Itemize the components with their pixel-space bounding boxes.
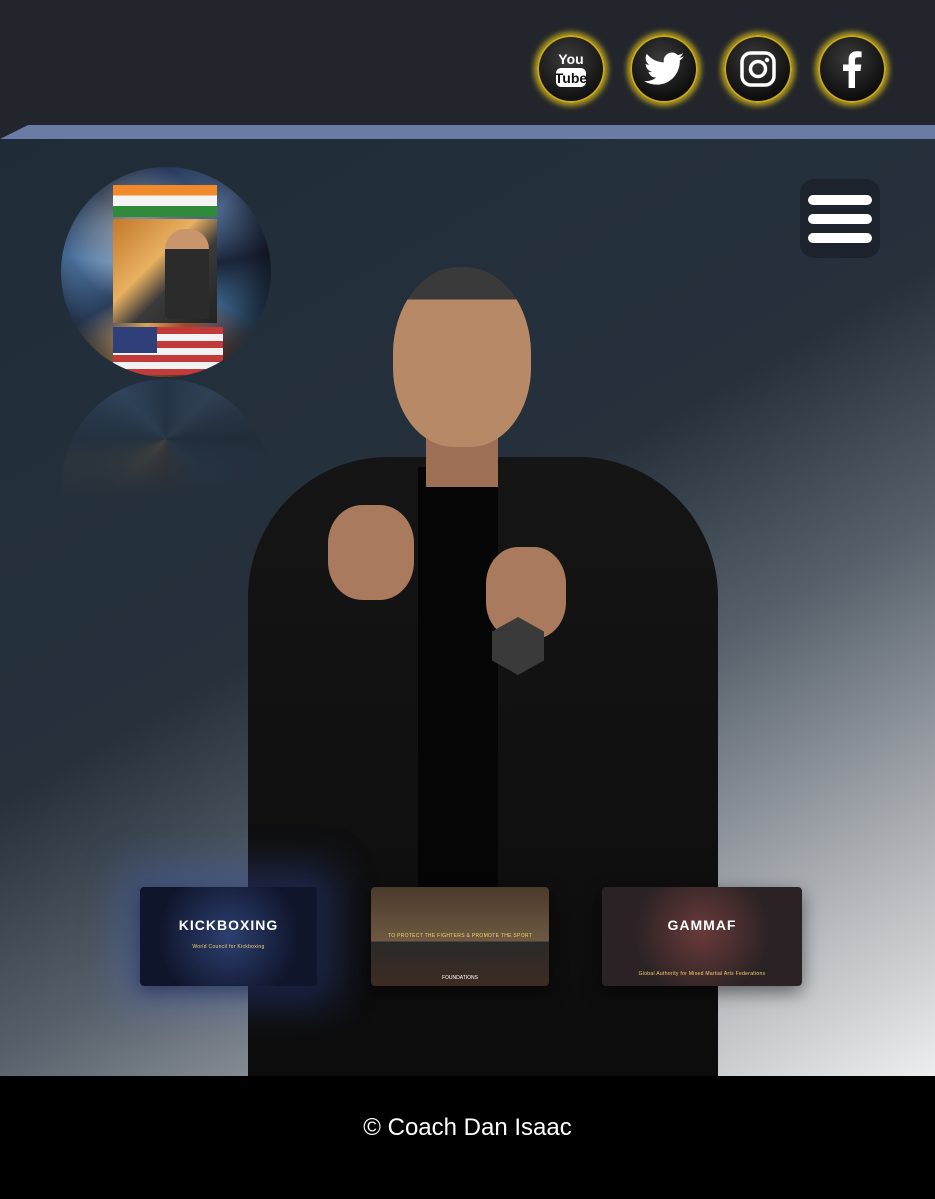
svg-text:Tube: Tube — [555, 70, 588, 86]
hamburger-menu-button[interactable] — [800, 179, 880, 258]
portrait-shirt — [418, 467, 498, 917]
twitter-button[interactable] — [630, 35, 698, 103]
thumbnail-footer-label: FOUNDATIONS — [441, 975, 479, 981]
globe-reflection — [61, 379, 271, 499]
instagram-button[interactable] — [724, 35, 792, 103]
portrait-head — [393, 267, 531, 447]
instagram-icon — [740, 51, 776, 87]
top-header-bar: You Tube — [0, 0, 935, 125]
youtube-button[interactable]: You Tube — [537, 35, 605, 103]
page-footer: © Coach Dan Isaac — [0, 1076, 935, 1199]
accent-strip — [0, 125, 935, 139]
globe-us-flag-canton — [113, 327, 157, 353]
hamburger-menu-icon — [808, 232, 872, 243]
hero-section: KICKBOXING World Council for Kickboxing … — [0, 139, 935, 1076]
thumbnail-caption: Global Authority for Mixed Martial Arts … — [638, 971, 766, 978]
svg-text:You: You — [558, 51, 583, 67]
hamburger-menu-icon — [808, 194, 872, 205]
facebook-icon — [843, 51, 862, 88]
facebook-button[interactable] — [818, 35, 886, 103]
globe-person-tile — [165, 229, 209, 319]
hamburger-menu-icon — [808, 213, 872, 224]
website-thumbnail-gammaf[interactable]: GAMMAF Global Authority for Mixed Martia… — [602, 887, 802, 986]
accent-strip-notch — [0, 125, 28, 139]
thumbnail-heading: GAMMAF — [667, 916, 737, 933]
website-thumbnail-foundations[interactable]: TO PROTECT THE FIGHTERS & PROMOTE THE SP… — [371, 887, 549, 986]
thumbnail-heading: KICKBOXING — [178, 916, 279, 933]
photo-globe[interactable] — [61, 167, 271, 377]
website-thumbnail-kickboxing[interactable]: KICKBOXING World Council for Kickboxing — [140, 887, 317, 986]
twitter-bird-icon — [644, 52, 684, 85]
globe-flag-tile — [113, 185, 217, 217]
thumbnail-caption: TO PROTECT THE FIGHTERS & PROMOTE THE SP… — [387, 932, 533, 939]
copyright-text: © Coach Dan Isaac — [363, 1114, 572, 1141]
thumbnail-caption: World Council for Kickboxing — [192, 944, 265, 951]
youtube-icon: You Tube — [555, 51, 588, 87]
portrait-left-fist — [328, 505, 414, 600]
